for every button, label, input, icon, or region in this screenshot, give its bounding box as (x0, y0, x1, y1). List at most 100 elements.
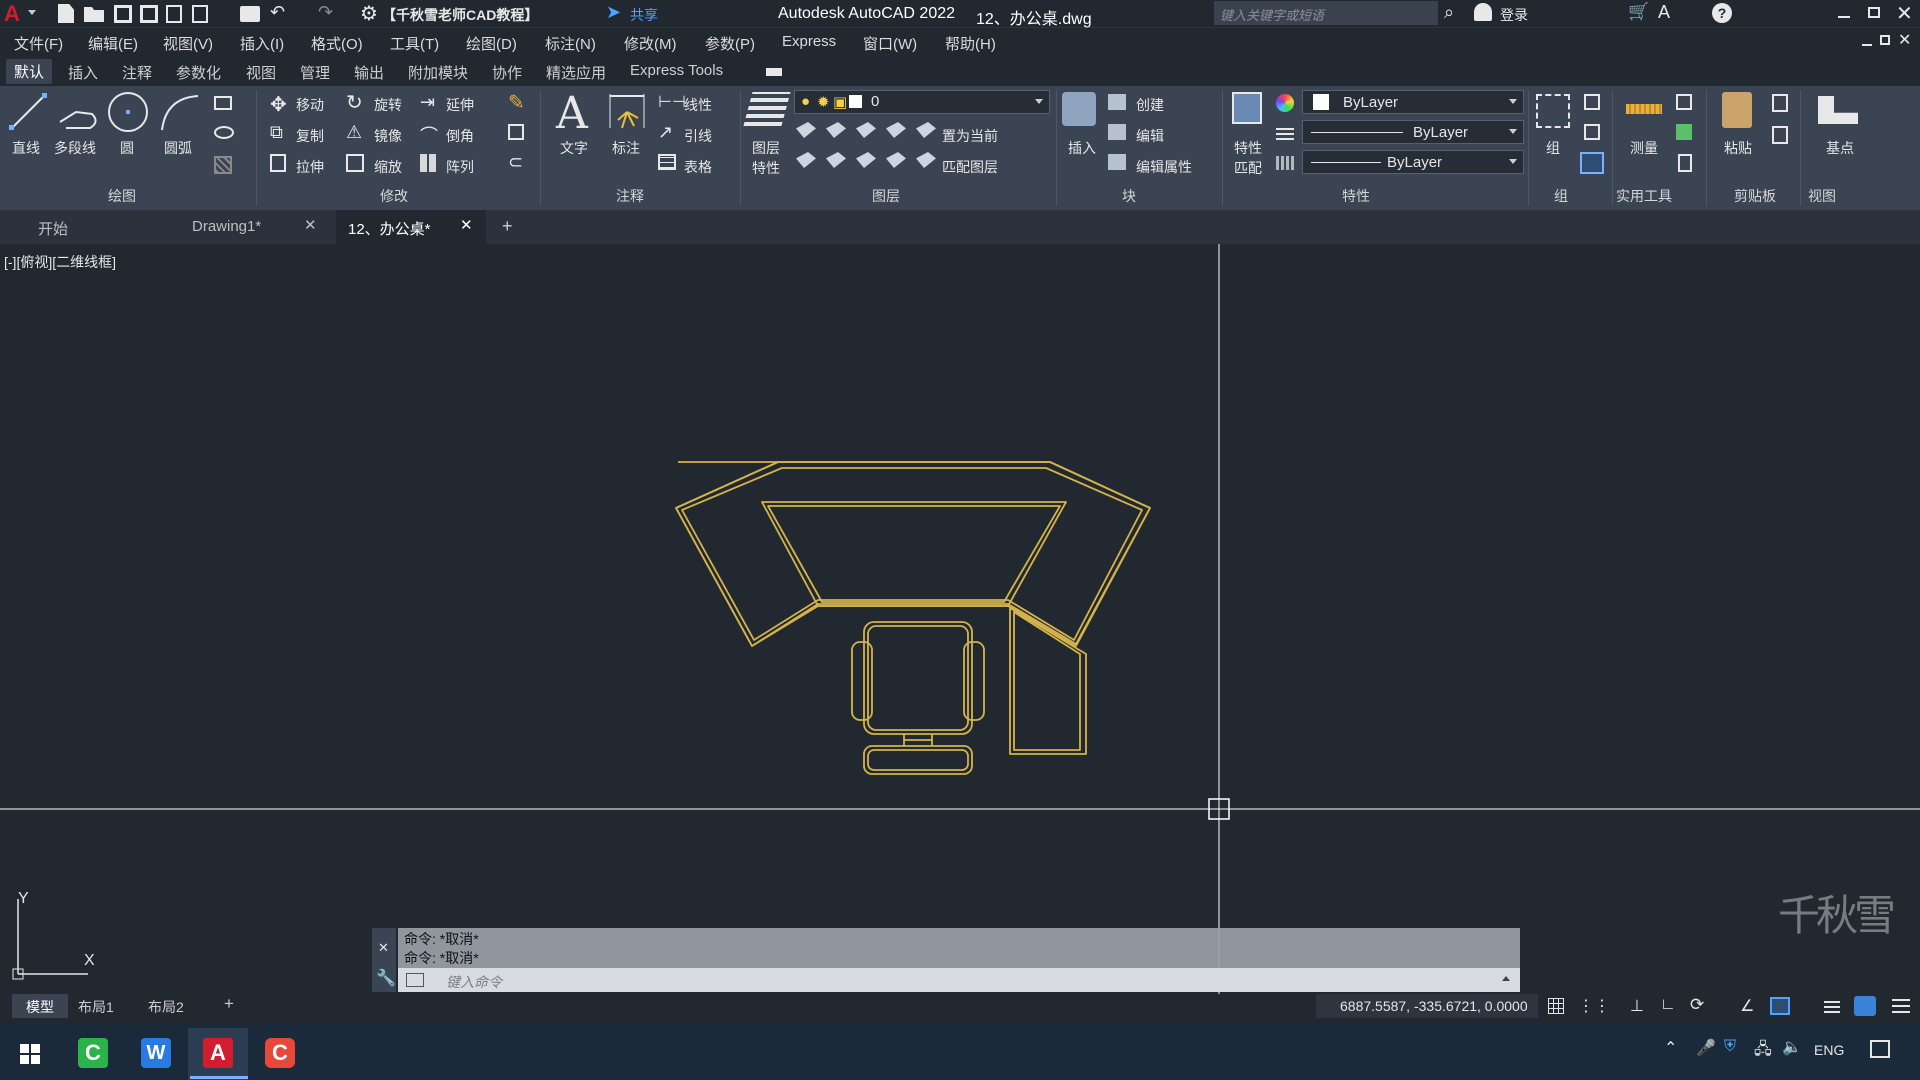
calculator-icon[interactable] (1678, 154, 1692, 172)
modify-panel-title[interactable]: 修改 (380, 186, 408, 206)
table-icon[interactable] (658, 154, 676, 170)
tab-default[interactable]: 默认 (6, 59, 53, 84)
utility-tool-icon[interactable] (1676, 94, 1692, 110)
arc-icon[interactable] (158, 92, 202, 132)
line-icon[interactable] (8, 92, 48, 132)
help-icon[interactable]: ? (1712, 3, 1732, 23)
layer-properties-icon[interactable] (743, 92, 791, 126)
network-icon[interactable]: 🖧 (1754, 1038, 1772, 1065)
undo-icon[interactable]: ↶ (270, 2, 285, 23)
close-tab-icon[interactable]: ✕ (304, 216, 317, 234)
tab-express-tools[interactable]: Express Tools (630, 62, 723, 79)
restore-icon[interactable] (1868, 7, 1880, 18)
lineweight-dropdown[interactable]: ByLayer (1302, 150, 1524, 174)
linetype-icon[interactable] (1276, 156, 1294, 170)
autocad-logo-icon[interactable]: A (4, 1, 26, 26)
polyline-button[interactable]: 多段线 (54, 138, 96, 158)
extend-icon[interactable]: ⇥ (420, 92, 435, 113)
grid-icon[interactable] (1548, 998, 1564, 1014)
copy-clip-icon[interactable] (1772, 94, 1788, 112)
draw-panel-title[interactable]: 绘图 (108, 186, 136, 206)
move-button[interactable]: 移动 (296, 95, 324, 115)
cut-clip-icon[interactable] (1772, 126, 1788, 144)
tab-addins[interactable]: 附加模块 (408, 62, 468, 83)
camtasia-red-icon[interactable]: C (265, 1038, 295, 1068)
doc-close-icon[interactable]: ✕ (1898, 30, 1911, 50)
close-tab-icon[interactable]: ✕ (460, 216, 473, 234)
new-file-icon[interactable] (58, 4, 74, 23)
menu-modify[interactable]: 修改(M) (624, 33, 677, 54)
menu-window[interactable]: 窗口(W) (863, 33, 917, 54)
workspace-selector[interactable]: 【千秋雪老师CAD教程】 (382, 5, 538, 25)
copy-button[interactable]: 复制 (296, 126, 324, 146)
edit-block-icon[interactable] (1108, 124, 1126, 140)
cart-icon[interactable]: 🛒 (1628, 2, 1649, 22)
color-wheel-icon[interactable] (1276, 94, 1294, 112)
save-icon[interactable] (114, 5, 132, 23)
group-tool-icon[interactable] (1584, 94, 1600, 110)
circle-icon[interactable] (106, 90, 150, 134)
layer-tool-icon[interactable] (796, 152, 816, 168)
workspace-gear-icon[interactable]: ⚙ (360, 1, 378, 26)
layer-tool-icon[interactable] (886, 152, 906, 168)
linear-button[interactable]: 线性 (684, 95, 712, 115)
tab-layout1[interactable]: 布局1 (78, 997, 114, 1017)
command-expand-icon[interactable] (1502, 976, 1510, 981)
command-customize-icon[interactable]: 🔧 (376, 968, 396, 988)
menu-format[interactable]: 格式(O) (311, 33, 363, 54)
text-icon[interactable]: A (556, 88, 588, 139)
tab-view[interactable]: 视图 (246, 62, 276, 83)
menu-parametric[interactable]: 参数(P) (705, 33, 755, 54)
dimension-button[interactable]: 标注 (612, 138, 640, 158)
ribbon-minimize-icon[interactable] (766, 68, 782, 76)
offset-icon[interactable]: ⊂ (508, 152, 523, 173)
rotate-button[interactable]: 旋转 (374, 95, 402, 115)
tab-output[interactable]: 输出 (354, 62, 384, 83)
infer-constraints-icon[interactable]: ⊥ (1630, 996, 1644, 1016)
tab-office-desk[interactable]: 12、办公桌* ✕ (336, 210, 486, 244)
set-current-icon[interactable] (916, 122, 936, 138)
insert-block-icon[interactable] (1062, 92, 1096, 126)
tab-annotate[interactable]: 注释 (122, 62, 152, 83)
table-button[interactable]: 表格 (684, 157, 712, 177)
print-icon[interactable] (240, 6, 260, 22)
command-history-dropdown-icon[interactable] (406, 973, 424, 987)
polar-tracking-icon[interactable]: ⟳ (1690, 995, 1704, 1015)
tab-drawing1[interactable]: Drawing1* ✕ (180, 210, 330, 244)
paste-icon[interactable] (1722, 92, 1752, 128)
properties-panel-title[interactable]: 特性 (1342, 186, 1370, 206)
create-block-icon[interactable] (1108, 94, 1126, 110)
tab-layout2[interactable]: 布局2 (148, 997, 184, 1017)
annotation-panel-title[interactable]: 注释 (616, 186, 644, 206)
add-layout-icon[interactable]: + (224, 994, 234, 1014)
leader-button[interactable]: 引线 (684, 126, 712, 146)
tab-start[interactable]: 开始 (24, 210, 174, 244)
polyline-icon[interactable] (56, 92, 100, 132)
layers-panel-title[interactable]: 图层 (872, 186, 900, 206)
line-button[interactable]: 直线 (12, 138, 40, 158)
redo-icon[interactable]: ↷ (318, 2, 333, 23)
insert-button[interactable]: 插入 (1068, 138, 1096, 158)
clipboard-panel-title[interactable]: 剪贴板 (1734, 186, 1776, 206)
edit-block-button[interactable]: 编辑 (1136, 126, 1164, 146)
export-icon[interactable] (192, 5, 208, 23)
utilities-panel-title[interactable]: 实用工具 (1616, 186, 1672, 206)
scale-button[interactable]: 缩放 (374, 157, 402, 177)
text-button[interactable]: 文字 (560, 138, 588, 158)
ellipse-icon[interactable] (214, 126, 234, 139)
login-button[interactable]: 登录 (1500, 5, 1528, 25)
color-dropdown[interactable]: ByLayer (1302, 90, 1524, 114)
ortho-icon[interactable]: ∟ (1660, 996, 1676, 1014)
base-button[interactable]: 基点 (1826, 138, 1854, 158)
match-properties-icon[interactable] (1232, 92, 1262, 124)
menu-express[interactable]: Express (782, 33, 836, 50)
hatch-icon[interactable] (214, 156, 232, 174)
object-snap-icon[interactable] (1770, 997, 1790, 1015)
menu-help[interactable]: 帮助(H) (945, 33, 996, 54)
match-layer-icon[interactable] (916, 152, 936, 168)
group-select-icon[interactable] (1580, 152, 1604, 174)
new-tab-icon[interactable]: + (502, 216, 513, 237)
chamfer-button[interactable]: 倒角 (446, 126, 474, 146)
set-current-button[interactable]: 置为当前 (942, 126, 998, 146)
menu-edit[interactable]: 编辑(E) (88, 33, 138, 54)
